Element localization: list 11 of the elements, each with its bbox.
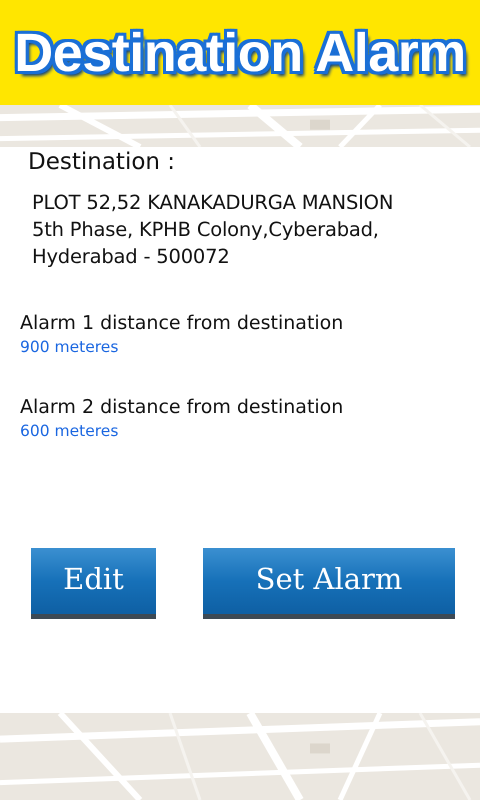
destination-label: Destination : [28,149,176,175]
alarm-distance: 900 meteres [20,338,120,356]
alarm-distance: 600 meteres [20,422,120,440]
app-title: Destination Alarm [14,22,466,84]
alarm-label: Alarm 1 distance from destination [20,312,344,334]
edit-button[interactable]: Edit [31,548,156,619]
address-line: Hyderabad - 500072 [32,245,231,268]
address-line: 5th Phase, KPHB Colony,Cyberabad, [32,218,380,241]
alarm-label: Alarm 2 distance from destination [20,396,344,418]
set-alarm-button[interactable]: Set Alarm [203,548,455,619]
address-line: PLOT 52,52 KANAKADURGA MANSION [32,191,394,214]
